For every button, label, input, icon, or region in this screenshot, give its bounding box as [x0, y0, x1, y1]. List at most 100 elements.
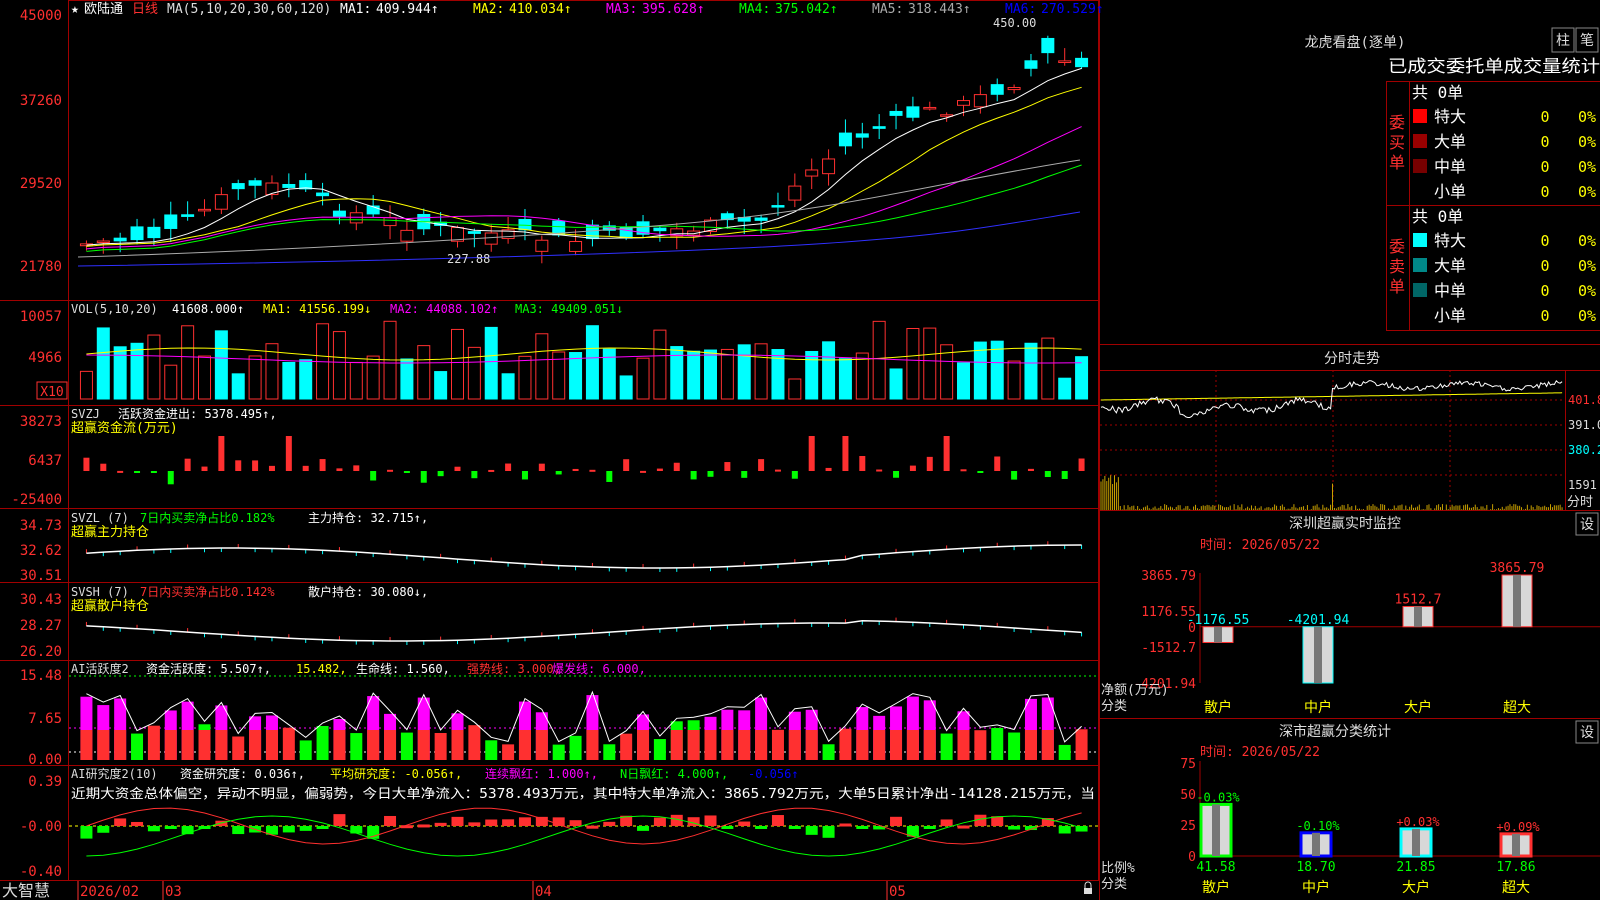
research-bar [586, 825, 599, 829]
flow-bar [724, 462, 731, 471]
ma-value: 375.042↑ [775, 2, 838, 17]
x-tick-label: 04 [535, 884, 552, 900]
research-bar [603, 821, 616, 826]
flow-bar [235, 460, 242, 471]
research-plot[interactable] [69, 807, 1098, 857]
candle [332, 210, 346, 217]
volume-bar [771, 349, 785, 400]
flow-bar [1044, 471, 1051, 478]
high-marker: 450.00 [993, 16, 1036, 30]
ai1-burst: 爆发线: 6.000, [552, 661, 646, 676]
classify-bar-chart[interactable]: 75 50 25 0 -0.03% 41.58 散户 -0.10% 18.70 中户 +0.03% 2… [1180, 757, 1600, 896]
activity-bar [1008, 732, 1021, 760]
flow-bar [83, 457, 90, 471]
fund-flow-plot[interactable] [83, 436, 1085, 485]
volume-bar [619, 375, 633, 400]
candle [164, 214, 178, 229]
flow-bar [184, 458, 191, 471]
activity-bar [974, 730, 987, 760]
buy-total: 共 0单 [1412, 83, 1463, 102]
ma-title: MA(5,10,20,30,60,120) [167, 2, 331, 17]
flow-bar [521, 471, 528, 480]
candle [805, 169, 819, 177]
lock-icon[interactable] [1084, 881, 1092, 894]
flow-bar [909, 465, 916, 471]
activity-bar [131, 733, 144, 760]
flow-bar [201, 466, 208, 471]
volume-bar [822, 341, 836, 400]
volume-plot[interactable] [79, 320, 1089, 400]
flow-bar [370, 471, 377, 481]
ai1-strong: 强势线: 3.000, [467, 662, 561, 676]
volume-bar [248, 355, 262, 400]
axis-label: 50 [1180, 788, 1196, 803]
ma-label: MA5: [872, 2, 903, 17]
ai2-header: AI研究度2(10) 资金研究度: 0.036↑, 平均研究度: -0.056↑… [71, 766, 1095, 802]
candle [923, 106, 937, 110]
volume-bar [332, 331, 346, 400]
monitor-bar-chart[interactable]: 3865.791176.550-1512.7-4201.94-1176.55散户… [1133, 561, 1600, 716]
candle [316, 192, 330, 197]
activity-bar [350, 733, 363, 760]
axis-label: 10057 [20, 309, 62, 325]
candle [1058, 60, 1072, 63]
candle [653, 227, 667, 232]
flow-bar [842, 436, 849, 471]
change-label: -0.10% [1296, 819, 1340, 833]
candle [906, 106, 920, 118]
ma-line [77, 211, 1081, 267]
flow-bar [876, 469, 883, 472]
category-label: 超大 [1503, 700, 1531, 716]
row-percent: 0% [1578, 183, 1596, 201]
classify-title: 深市超赢分类统计 [1279, 723, 1391, 740]
flow-bar [319, 459, 326, 471]
retail-holding-plot[interactable] [85, 617, 1083, 645]
candle [788, 185, 802, 201]
research-bar [940, 819, 953, 826]
research-bar [232, 826, 245, 835]
axis-label: 32.62 [20, 543, 62, 559]
candlestick-plot[interactable] [77, 35, 1089, 267]
activity-plot[interactable] [69, 675, 1098, 760]
row-label: 特大 [1434, 231, 1466, 250]
bar-view-button-label: 柱 [1556, 33, 1570, 49]
activity-bar-base [1024, 730, 1037, 760]
ma-line [86, 164, 1082, 252]
vol-ma1: MA1: 41556.199↓ [263, 302, 371, 316]
ma-label: MA1: [340, 2, 371, 17]
svzl-sub: 超赢主力持仓 [71, 524, 149, 540]
panel-frames [0, 0, 1100, 900]
row-count: 0 [1540, 108, 1549, 126]
research-bar [316, 826, 329, 829]
stock-chart[interactable]: ★ 欧陆通 日线 MA(5,10,20,30,60,120) MA1: 409.9… [0, 0, 1600, 900]
candle [855, 133, 869, 138]
row-count: 0 [1540, 232, 1549, 250]
activity-bar-base [687, 730, 700, 760]
axis-label: 0.39 [28, 774, 62, 790]
research-bar [704, 815, 717, 826]
research-bar [738, 821, 751, 826]
candle [889, 110, 903, 116]
activity-bar-base [738, 730, 751, 760]
row-count: 0 [1540, 307, 1549, 325]
research-bar [721, 826, 734, 829]
flow-bar [420, 471, 427, 483]
axis-label: -0.00 [20, 819, 62, 835]
research-bar [518, 817, 531, 826]
change-label: -0.03% [1196, 790, 1240, 804]
ma-value: 318.443↑ [908, 2, 971, 17]
row-percent: 0% [1578, 307, 1596, 325]
row-count: 0 [1540, 133, 1549, 151]
volume-bar [181, 325, 195, 400]
ai2-comment: 近期大资金总体偏空，异动不明显，偏弱势，今日大单净流入：5378.493万元，其… [71, 786, 1095, 802]
flow-bar [589, 469, 596, 472]
bar-value-label: -4201.94 [1287, 613, 1350, 628]
volume-bar [518, 355, 532, 400]
flow-bar [268, 465, 275, 471]
volume-bar [434, 371, 448, 400]
stock-period[interactable]: 日线 [132, 2, 158, 17]
row-percent: 0% [1578, 232, 1596, 250]
main-holding-plot[interactable] [85, 541, 1083, 572]
activity-bar [569, 735, 582, 760]
research-bar [434, 822, 447, 826]
